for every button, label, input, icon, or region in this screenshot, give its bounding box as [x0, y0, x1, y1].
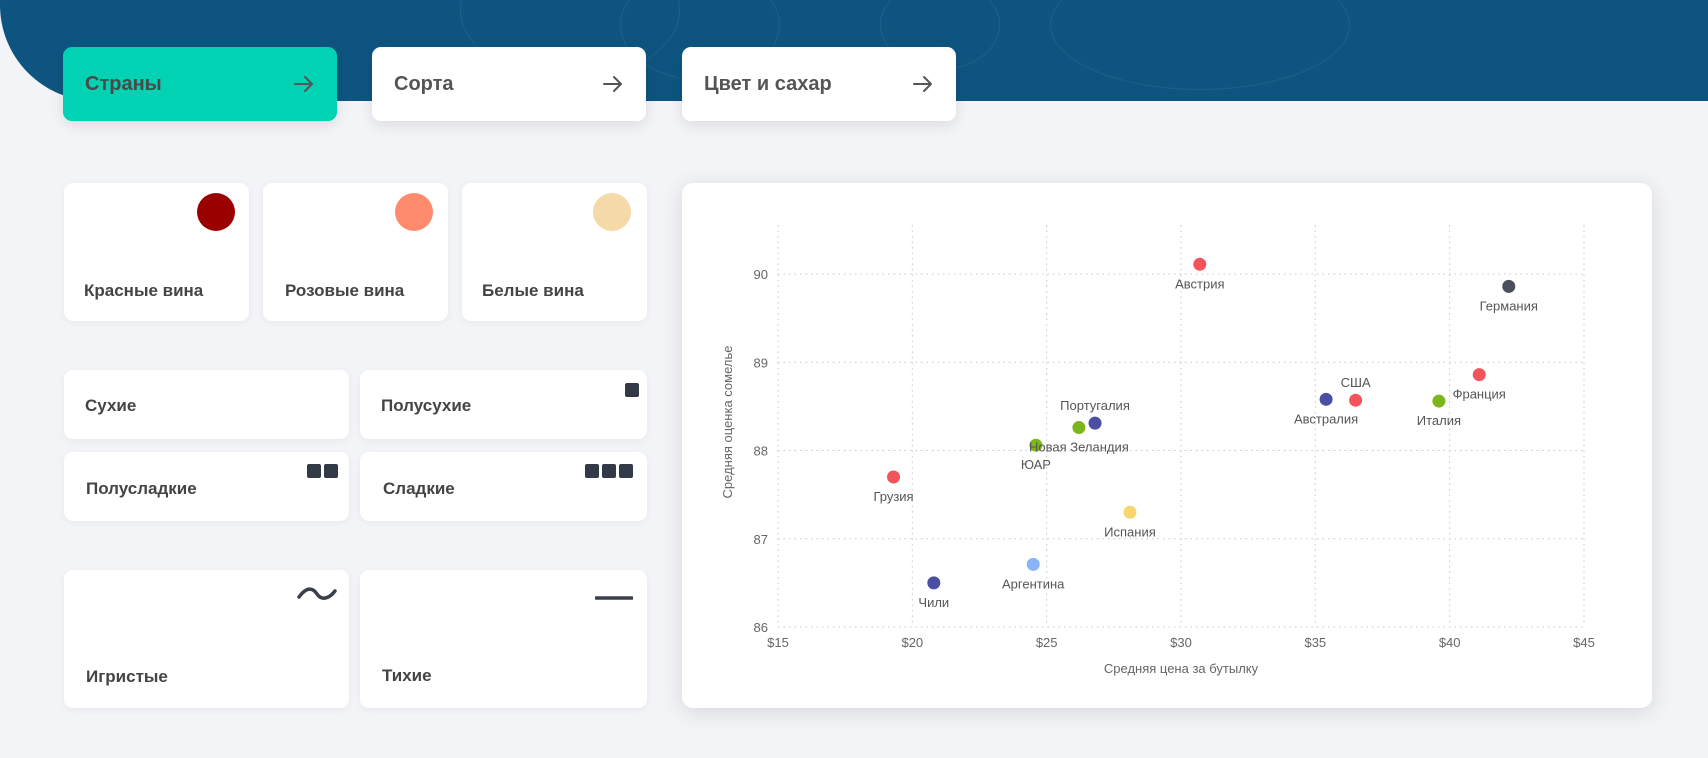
y-axis-label: Средняя оценка сомелье	[720, 346, 735, 499]
point-label: Италия	[1417, 413, 1461, 428]
card-red-wine[interactable]: Красные вина	[64, 183, 249, 321]
point-label: Испания	[1104, 524, 1156, 539]
white-wine-dot-icon	[593, 193, 631, 231]
point-label: Аргентина	[1002, 576, 1065, 591]
scatter-point	[1087, 415, 1103, 431]
tab-varieties-label: Сорта	[394, 72, 454, 95]
arrow-right-icon	[603, 76, 622, 92]
x-tick-label: $40	[1439, 635, 1461, 650]
scatter-point	[1348, 392, 1364, 408]
x-tick-label: $30	[1170, 635, 1192, 650]
point-label: ЮАР	[1021, 457, 1051, 472]
rose-wine-dot-icon	[395, 193, 433, 231]
point-label: Грузия	[873, 489, 913, 504]
scatter-point	[886, 469, 902, 485]
point-label: Австралия	[1294, 411, 1358, 426]
point-label: Чили	[918, 595, 949, 610]
card-dry[interactable]: Сухие	[64, 370, 349, 439]
card-red-wine-label: Красные вина	[84, 281, 204, 300]
scatter-point	[1071, 420, 1087, 436]
card-still-label: Тихие	[382, 666, 432, 685]
x-tick-label: $35	[1304, 635, 1326, 650]
card-semi-dry-label: Полусухие	[381, 396, 472, 415]
red-wine-dot-icon	[197, 193, 235, 231]
arrow-right-icon	[294, 76, 313, 92]
arrow-right-icon	[913, 76, 932, 92]
scatter-point	[1471, 367, 1487, 383]
y-tick-label: 86	[754, 620, 768, 635]
wave-icon	[297, 587, 337, 600]
scatter-point	[1025, 556, 1041, 572]
card-sparkling-label: Игристые	[86, 667, 168, 686]
scatter-point	[1431, 393, 1447, 409]
x-tick-label: $45	[1573, 635, 1595, 650]
banner-decoration	[1050, 0, 1350, 90]
point-label: Новая Зеландия	[1029, 440, 1129, 455]
y-tick-label: 89	[754, 355, 768, 370]
card-sweet[interactable]: Сладкие	[360, 452, 647, 521]
point-label: США	[1341, 375, 1371, 390]
scatter-point	[1501, 278, 1517, 294]
card-semi-sweet[interactable]: Полусладкие	[64, 452, 349, 521]
y-tick-label: 87	[754, 532, 768, 547]
flat-line-icon	[595, 596, 633, 600]
y-tick-label: 88	[754, 444, 768, 459]
point-label: Франция	[1453, 387, 1506, 402]
scatter-point	[1192, 256, 1208, 272]
card-semi-sweet-label: Полусладкие	[86, 479, 197, 498]
x-axis-label: Средняя цена за бутылку	[1104, 661, 1259, 676]
card-dry-label: Сухие	[85, 396, 137, 415]
point-label: Австрия	[1175, 276, 1224, 291]
point-label: Португалия	[1060, 398, 1130, 413]
card-rose-wine[interactable]: Розовые вина	[263, 183, 448, 321]
x-tick-label: $25	[1036, 635, 1058, 650]
card-white-wine[interactable]: Белые вина	[462, 183, 647, 321]
tab-varieties[interactable]: Сорта	[372, 47, 646, 121]
card-still[interactable]: Тихие	[360, 570, 647, 708]
card-rose-wine-label: Розовые вина	[285, 281, 405, 300]
point-label: Германия	[1480, 298, 1538, 313]
card-white-wine-label: Белые вина	[482, 281, 584, 300]
scatter-chart: $15 $20 $25 $30 $35 $40 $45 86 87 88 89 90 Средняя ц…	[720, 225, 1595, 676]
scatter-point	[926, 575, 942, 591]
sweetness-level-icon	[585, 464, 633, 478]
card-sweet-label: Сладкие	[383, 479, 455, 498]
y-tick-label: 90	[754, 267, 768, 282]
x-tick-label: $20	[901, 635, 923, 650]
scatter-point	[1122, 504, 1138, 520]
tab-color-sugar[interactable]: Цвет и сахар	[682, 47, 956, 121]
card-sparkling[interactable]: Игристые	[64, 570, 349, 708]
sweetness-level-icon	[625, 383, 639, 397]
card-semi-dry[interactable]: Полусухие	[360, 370, 647, 439]
tab-countries[interactable]: Страны	[63, 47, 337, 121]
tab-countries-label: Страны	[85, 72, 162, 95]
sweetness-level-icon	[307, 464, 338, 478]
tab-color-sugar-label: Цвет и сахар	[704, 72, 832, 95]
scatter-point	[1318, 391, 1334, 407]
chart-card: $15 $20 $25 $30 $35 $40 $45 86 87 88 89 90 Средняя ц…	[682, 183, 1652, 708]
x-tick-label: $15	[767, 635, 789, 650]
